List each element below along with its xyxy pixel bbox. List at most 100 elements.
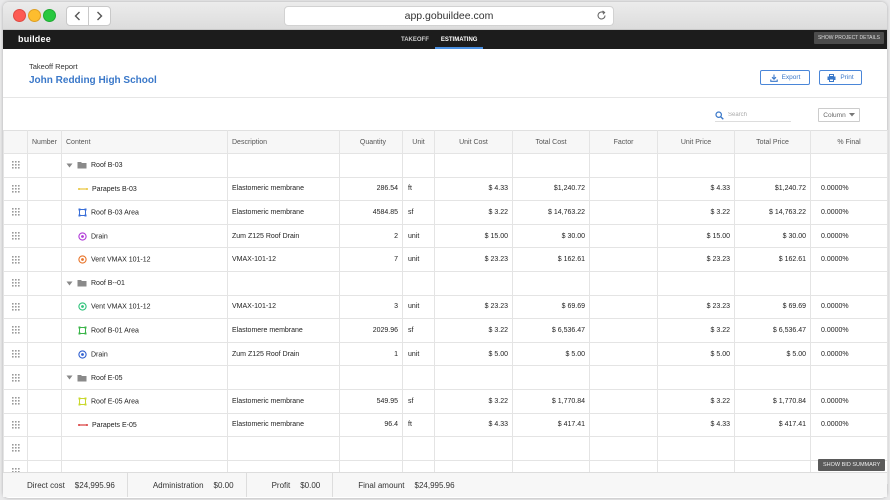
- factor-cell: [589, 247, 658, 272]
- drag-handle[interactable]: [3, 247, 28, 272]
- drag-handle[interactable]: [3, 318, 28, 343]
- drag-handle[interactable]: [3, 153, 28, 178]
- table-row[interactable]: Drain Zum Z125 Roof Drain 2 unit $ 15.00 $ 30…: [3, 223, 888, 249]
- drag-handle-icon: [11, 397, 20, 405]
- unit-cell: [402, 270, 435, 296]
- content-cell: Drain: [61, 341, 228, 367]
- description-cell: Zum Z125 Roof Drain: [227, 341, 340, 367]
- table-row[interactable]: Roof B-01 Area Elastomere membrane 2029.96…: [3, 318, 888, 343]
- column-header[interactable]: Unit: [402, 130, 435, 154]
- drag-column-header: [3, 130, 28, 154]
- drag-handle[interactable]: [3, 200, 28, 225]
- show-bid-summary-button[interactable]: SHOW BID SUMMARY: [818, 459, 886, 471]
- number-cell: [27, 247, 62, 272]
- number-cell: [27, 270, 62, 296]
- total-cost-cell: [512, 270, 590, 296]
- quantity-cell: 3: [339, 294, 403, 320]
- number-cell: [27, 365, 62, 390]
- footer-label: Final amount: [358, 480, 405, 490]
- drag-handle[interactable]: [3, 223, 28, 249]
- total-price-cell: $ 417.41: [734, 412, 811, 438]
- group-row[interactable]: Roof B-03: [3, 153, 888, 178]
- drag-handle[interactable]: [3, 365, 28, 390]
- table-row[interactable]: Parapets E-05 Elastomeric membrane 96.4 ft $…: [3, 412, 888, 438]
- table-row[interactable]: Drain Zum Z125 Roof Drain 1 unit $ 5.00 $ 5.0…: [3, 341, 888, 367]
- quantity-cell: 4584.85: [339, 200, 403, 225]
- column-header[interactable]: Content: [61, 130, 228, 154]
- empty-row[interactable]: [3, 436, 888, 461]
- table-row[interactable]: Parapets B-03 Elastomeric membrane 286.54 f…: [3, 176, 888, 202]
- drag-handle[interactable]: [3, 436, 28, 461]
- column-header[interactable]: Total Price: [734, 130, 811, 154]
- description-cell: VMAX-101-12: [227, 247, 340, 272]
- table-row[interactable]: Vent VMAX 101-12 VMAX-101-12 3 unit $ 23.23 $…: [3, 294, 888, 320]
- description-cell: Elastomeric membrane: [227, 412, 340, 438]
- column-header[interactable]: Unit Cost: [434, 130, 513, 154]
- quantity-cell: [339, 365, 403, 390]
- group-row[interactable]: Roof E-05: [3, 365, 888, 390]
- area-icon: [78, 326, 87, 335]
- group-row[interactable]: Roof B--01: [3, 270, 888, 296]
- table-row[interactable]: Roof B-03 Area Elastomeric membrane 4584.8…: [3, 200, 888, 225]
- cost-summary-bar: Direct cost $24,995.96 Administration $0…: [3, 472, 887, 497]
- total-price-cell: $ 162.61: [734, 247, 811, 272]
- item-name: Roof E-05 Area: [91, 398, 139, 406]
- factor-cell: [589, 176, 658, 202]
- table-row[interactable]: Roof E-05 Area Elastomeric membrane 549.95…: [3, 388, 888, 414]
- total-cost-cell: $ 69.69: [512, 294, 590, 320]
- drag-handle[interactable]: [3, 270, 28, 296]
- column-header[interactable]: Unit Price: [657, 130, 735, 154]
- item-name: Drain: [91, 232, 108, 240]
- factor-cell: [589, 223, 658, 249]
- quantity-cell: 2029.96: [339, 318, 403, 343]
- total-cost-cell: $ 417.41: [512, 412, 590, 438]
- drag-handle[interactable]: [3, 388, 28, 414]
- column-header[interactable]: Quantity: [339, 130, 403, 154]
- column-header[interactable]: Description: [227, 130, 340, 154]
- column-header[interactable]: Total Cost: [512, 130, 590, 154]
- group-name: Roof B--01: [91, 280, 125, 288]
- number-cell: [27, 223, 62, 249]
- final-cell: [810, 365, 888, 390]
- content-cell: Parapets E-05: [61, 412, 228, 438]
- total-price-cell: [734, 365, 811, 390]
- unit-cost-cell: [434, 270, 513, 296]
- total-cost-cell: [512, 365, 590, 390]
- unit-cell: ft: [402, 176, 435, 202]
- drag-handle[interactable]: [3, 412, 28, 438]
- drag-handle-icon: [11, 302, 20, 311]
- column-header[interactable]: % Final: [810, 130, 888, 154]
- description-cell: [227, 153, 340, 178]
- folder-icon: [77, 374, 87, 382]
- drag-handle[interactable]: [3, 176, 28, 202]
- unit-cost-cell: [434, 436, 513, 461]
- factor-cell: [589, 388, 658, 414]
- description-cell: VMAX-101-12: [227, 294, 340, 320]
- footer-profit: Profit $0.00: [247, 473, 334, 497]
- unit-price-cell: [657, 153, 735, 178]
- unit-cell: unit: [402, 223, 435, 249]
- drag-handle[interactable]: [3, 294, 28, 320]
- total-cost-cell: $1,240.72: [512, 176, 590, 202]
- unit-cell: unit: [402, 341, 435, 367]
- content-cell: Roof B-03 Area: [61, 200, 228, 225]
- quantity-cell: 2: [339, 223, 403, 249]
- unit-cost-cell: $ 3.22: [434, 318, 513, 343]
- footer-label: Profit: [271, 480, 291, 490]
- table-row[interactable]: Vent VMAX 101-12 VMAX-101-12 7 unit $ 23.23 $…: [3, 247, 888, 272]
- footer-value: $0.00: [213, 480, 234, 490]
- drag-handle-icon: [11, 255, 20, 264]
- number-cell: [27, 341, 62, 367]
- final-cell: 0.0000%: [810, 318, 888, 343]
- quantity-cell: [339, 270, 403, 296]
- count-icon: [78, 255, 87, 264]
- unit-cell: sf: [402, 388, 435, 414]
- final-cell: [810, 153, 888, 178]
- content-cell: Drain: [61, 223, 228, 249]
- drag-handle[interactable]: [3, 341, 28, 367]
- quantity-cell: 7: [339, 247, 403, 272]
- column-header[interactable]: Number: [27, 130, 62, 154]
- drag-handle-icon: [11, 373, 20, 382]
- column-header[interactable]: Factor: [589, 130, 658, 154]
- quantity-cell: 1: [339, 341, 403, 367]
